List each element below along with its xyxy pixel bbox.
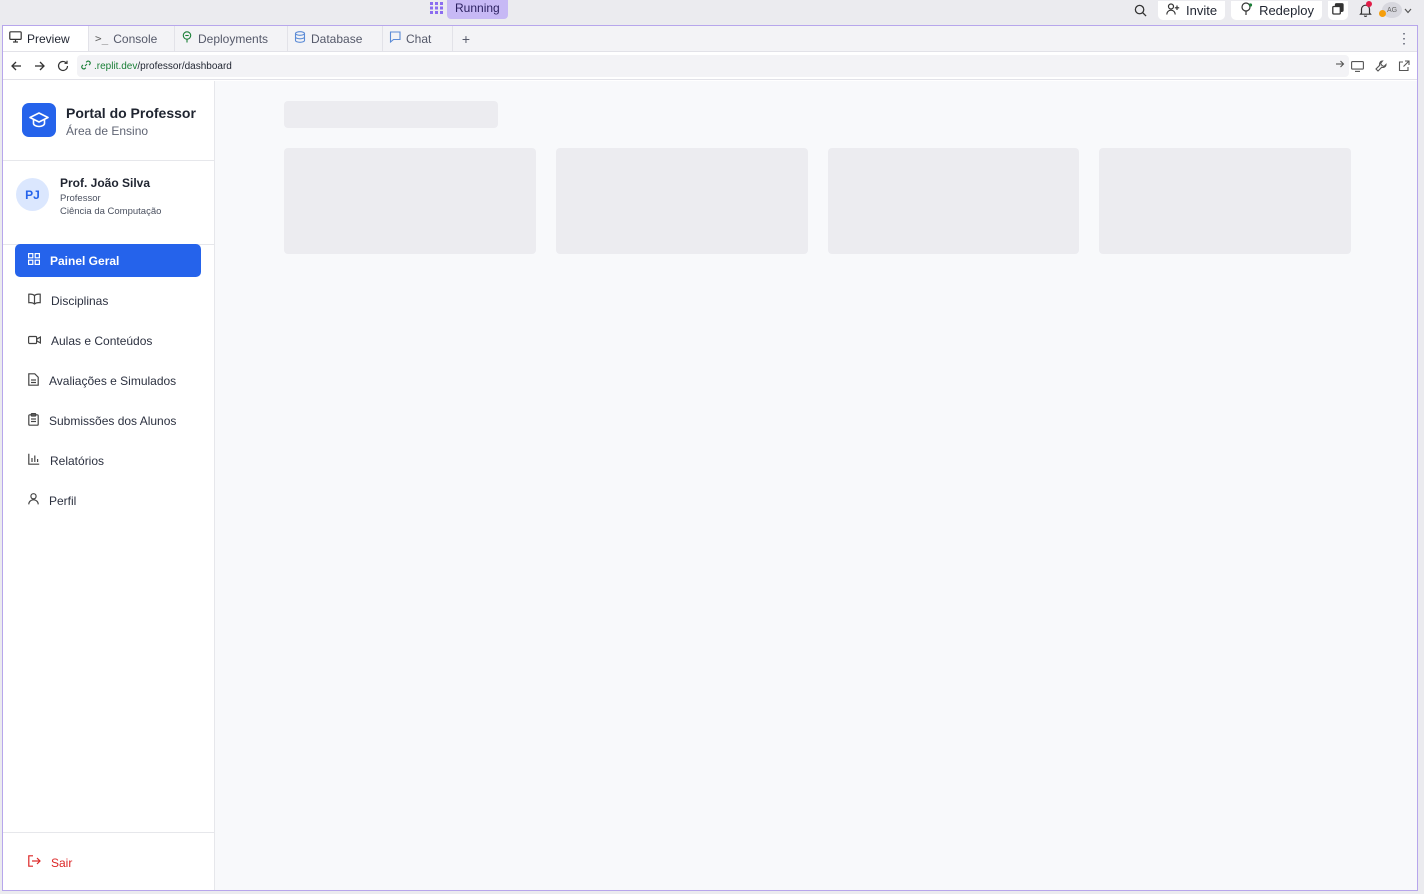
chevron-down-icon (1404, 1, 1412, 19)
sidebar-item-submissoes[interactable]: Submissões dos Alunos (15, 404, 201, 437)
logout-label: Sair (51, 855, 73, 870)
stat-card-skeleton (1099, 148, 1351, 254)
grid-icon[interactable] (428, 0, 446, 16)
sidebar-nav: Painel Geral Disciplinas Aulas e Conteúd… (15, 244, 201, 524)
sidebar-item-aulas[interactable]: Aulas e Conteúdos (15, 324, 201, 357)
add-user-icon (1166, 2, 1180, 18)
stat-card-skeleton (556, 148, 808, 254)
account-menu[interactable]: AG (1379, 1, 1412, 19)
tab-preview[interactable]: Preview (3, 26, 89, 51)
sidebar-item-label: Painel Geral (50, 253, 120, 268)
url-domain: .replit.dev (94, 60, 138, 72)
sidebar-item-disciplinas[interactable]: Disciplinas (15, 284, 201, 317)
grid-icon (28, 253, 40, 268)
chat-icon (389, 31, 401, 46)
invite-label: Invite (1185, 2, 1218, 18)
sidebar-item-label: Perfil (49, 493, 77, 508)
user-role: Professor (60, 193, 101, 204)
sidebar-item-label: Aulas e Conteúdos (51, 333, 153, 348)
user-department: Ciência da Computação (60, 206, 162, 217)
sidebar-item-label: Submissões dos Alunos (49, 413, 177, 428)
notification-dot (1366, 0, 1372, 7)
user-icon (28, 493, 39, 508)
clipboard-icon (28, 412, 39, 429)
ide-topbar: Running Invite Redeploy AG (0, 0, 1424, 24)
graduation-cap-icon (22, 103, 56, 137)
invite-button[interactable]: Invite (1157, 0, 1226, 20)
title-skeleton (284, 101, 498, 128)
search-icon[interactable] (1130, 1, 1152, 20)
refresh-icon[interactable] (51, 54, 74, 78)
stat-card-skeleton (828, 148, 1079, 254)
tab-label: Chat (406, 31, 432, 46)
wrench-icon[interactable] (1369, 54, 1392, 78)
forward-arrow-icon[interactable] (28, 54, 51, 78)
sidebar: Portal do Professor Área de Ensino PJ Pr… (3, 81, 215, 890)
tab-label: Database (311, 31, 363, 46)
tab-deployments[interactable]: Deployments (175, 26, 288, 51)
brand-header: Portal do Professor Área de Ensino (3, 81, 214, 161)
url-path: /professor/dashboard (137, 60, 232, 72)
sidebar-item-label: Avaliações e Simulados (49, 373, 177, 388)
user-profile-card: PJ Prof. João Silva Professor Ciência da… (3, 161, 214, 245)
url-input[interactable]: .replit.dev/professor/dashboard (77, 55, 1349, 77)
tab-label: Deployments (198, 31, 269, 46)
bar-chart-icon (28, 453, 40, 468)
terminal-icon: >_ (95, 32, 109, 45)
video-icon (28, 334, 41, 348)
new-tab-button[interactable]: + (453, 26, 479, 51)
logout-button[interactable]: Sair (3, 832, 215, 890)
external-link-icon[interactable] (1392, 54, 1415, 78)
link-icon (81, 60, 91, 73)
tab-console[interactable]: >_ Console (89, 26, 175, 51)
monitor-icon (9, 31, 22, 46)
copy-icon (1332, 2, 1344, 18)
database-icon (294, 31, 306, 46)
back-arrow-icon[interactable] (5, 54, 28, 78)
pane-tabs: Preview >_ Console Deployments Database … (3, 26, 1417, 52)
status-dot (1379, 10, 1386, 17)
dashboard-main (215, 81, 1417, 890)
stat-card-skeleton (284, 148, 536, 254)
more-options-icon[interactable]: ⋮ (1397, 30, 1411, 47)
logout-icon (28, 855, 41, 870)
plus-icon: + (461, 30, 471, 47)
user-name: Prof. João Silva (60, 176, 151, 190)
sidebar-item-label: Relatórios (50, 453, 105, 468)
sidebar-item-avaliacoes[interactable]: Avaliações e Simulados (15, 364, 201, 397)
running-status-badge[interactable]: Running (447, 0, 508, 19)
preview-pane: Preview >_ Console Deployments Database … (2, 25, 1418, 891)
tab-label: Console (113, 31, 158, 46)
arrow-right-icon[interactable] (1335, 59, 1345, 72)
sidebar-item-label: Disciplinas (51, 293, 109, 308)
brand-title: Portal do Professor (66, 105, 196, 121)
copy-button[interactable] (1328, 0, 1348, 20)
sidebar-item-painel-geral[interactable]: Painel Geral (15, 244, 201, 277)
tab-database[interactable]: Database (288, 26, 383, 51)
sidebar-item-relatorios[interactable]: Relatórios (15, 444, 201, 477)
device-preview-icon[interactable] (1346, 54, 1369, 78)
avatar: PJ (16, 178, 49, 211)
bell-icon[interactable] (1354, 0, 1376, 20)
redeploy-label: Redeploy (1259, 2, 1314, 18)
tab-label: Preview (27, 31, 70, 46)
app-view: Portal do Professor Área de Ensino PJ Pr… (3, 81, 1417, 890)
book-icon (28, 293, 41, 308)
redeploy-button[interactable]: Redeploy (1231, 0, 1322, 20)
url-bar: .replit.dev/professor/dashboard (3, 52, 1417, 80)
tab-chat[interactable]: Chat (383, 26, 453, 51)
brand-subtitle: Área de Ensino (66, 124, 149, 138)
redeploy-icon (1239, 2, 1253, 18)
document-icon (28, 372, 39, 389)
sidebar-item-perfil[interactable]: Perfil (15, 484, 201, 517)
deploy-icon (181, 31, 193, 46)
